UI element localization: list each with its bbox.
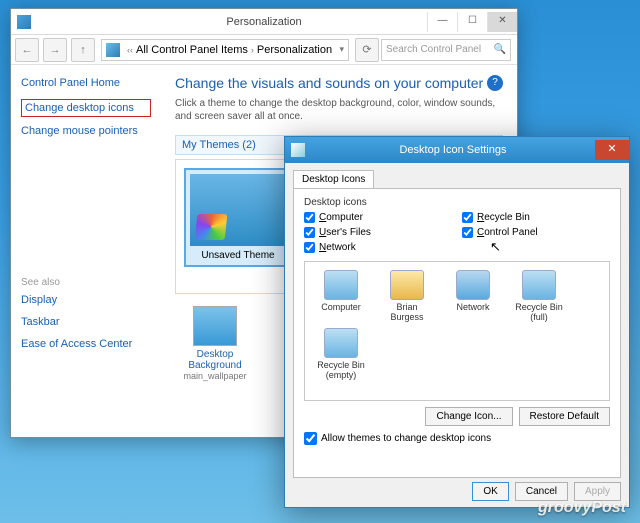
- titlebar[interactable]: Personalization — ☐ ✕: [11, 9, 517, 35]
- ok-button[interactable]: OK: [472, 482, 508, 501]
- maximize-button[interactable]: ☐: [457, 12, 487, 32]
- checkbox-computer[interactable]: Computer: [304, 212, 452, 223]
- change-icon-button[interactable]: Change Icon...: [425, 407, 512, 426]
- wallpaper-icon: [193, 306, 237, 346]
- theme-name: Unsaved Theme: [190, 250, 286, 261]
- minimize-button[interactable]: —: [427, 12, 457, 32]
- up-button[interactable]: ↑: [71, 38, 95, 62]
- search-icon: 🔍: [494, 44, 506, 55]
- window-title: Personalization: [226, 16, 301, 28]
- close-button[interactable]: ✕: [487, 12, 517, 32]
- icon-computer[interactable]: Computer: [313, 270, 369, 322]
- sidebar-display[interactable]: Display: [21, 294, 151, 306]
- sidebar-ease-of-access[interactable]: Ease of Access Center: [21, 338, 151, 350]
- sidebar-change-desktop-icons[interactable]: Change desktop icons: [21, 99, 151, 117]
- page-heading: Change the visuals and sounds on your co…: [175, 75, 503, 91]
- checkbox-control-panel[interactable]: Control Panel: [462, 227, 610, 238]
- sidebar-change-mouse-pointers[interactable]: Change mouse pointers: [21, 125, 151, 137]
- dialog-titlebar[interactable]: Desktop Icon Settings ✕: [285, 137, 629, 163]
- desktop-background-card[interactable]: Desktop Background main_wallpaper: [175, 306, 255, 381]
- desktop-icon-settings-dialog: Desktop Icon Settings ✕ Desktop Icons De…: [284, 136, 630, 508]
- watermark: groovyPost: [538, 499, 626, 517]
- page-description: Click a theme to change the desktop back…: [175, 97, 503, 123]
- search-input[interactable]: Search Control Panel 🔍: [381, 39, 511, 61]
- checkbox-users-files[interactable]: User's Files: [304, 227, 452, 238]
- breadcrumb-icon: [106, 43, 120, 57]
- desktop-icons-label: Desktop icons: [304, 197, 610, 208]
- breadcrumb[interactable]: ‹‹ All Control Panel Items › Personaliza…: [101, 39, 349, 61]
- icon-network[interactable]: Network: [445, 270, 501, 322]
- dialog-title: Desktop Icon Settings: [311, 144, 595, 156]
- nav-toolbar: ← → ↑ ‹‹ All Control Panel Items › Perso…: [11, 35, 517, 65]
- theme-item[interactable]: Unsaved Theme: [184, 168, 292, 267]
- tab-body: Desktop icons Computer Recycle Bin User'…: [293, 188, 621, 478]
- dialog-icon: [291, 143, 305, 157]
- checkbox-network[interactable]: Network: [304, 242, 452, 253]
- checkbox-recycle-bin[interactable]: Recycle Bin: [462, 212, 610, 223]
- help-icon[interactable]: ?: [487, 75, 503, 91]
- breadcrumb-root[interactable]: All Control Panel Items: [136, 44, 248, 56]
- refresh-button[interactable]: ⟳: [355, 38, 379, 62]
- forward-button[interactable]: →: [43, 38, 67, 62]
- sidebar-home[interactable]: Control Panel Home: [21, 77, 151, 89]
- restore-default-button[interactable]: Restore Default: [519, 407, 610, 426]
- theme-thumbnail: [190, 174, 288, 246]
- icon-recycle-full[interactable]: Recycle Bin (full): [511, 270, 567, 322]
- back-button[interactable]: ←: [15, 38, 39, 62]
- sidebar: Control Panel Home Change desktop icons …: [11, 65, 161, 437]
- see-also-label: See also: [21, 277, 151, 288]
- icon-recycle-empty[interactable]: Recycle Bin (empty): [313, 328, 369, 380]
- breadcrumb-current[interactable]: Personalization: [257, 44, 332, 56]
- dialog-close-button[interactable]: ✕: [595, 140, 629, 160]
- breadcrumb-dropdown-icon[interactable]: ▾: [339, 44, 344, 55]
- checkbox-allow-themes[interactable]: Allow themes to change desktop icons: [304, 432, 610, 445]
- tab-desktop-icons[interactable]: Desktop Icons: [293, 170, 374, 188]
- sidebar-taskbar[interactable]: Taskbar: [21, 316, 151, 328]
- window-icon: [17, 15, 31, 29]
- icon-user-folder[interactable]: Brian Burgess: [379, 270, 435, 322]
- icon-preview-box: Computer Brian Burgess Network Recycle B…: [304, 261, 610, 401]
